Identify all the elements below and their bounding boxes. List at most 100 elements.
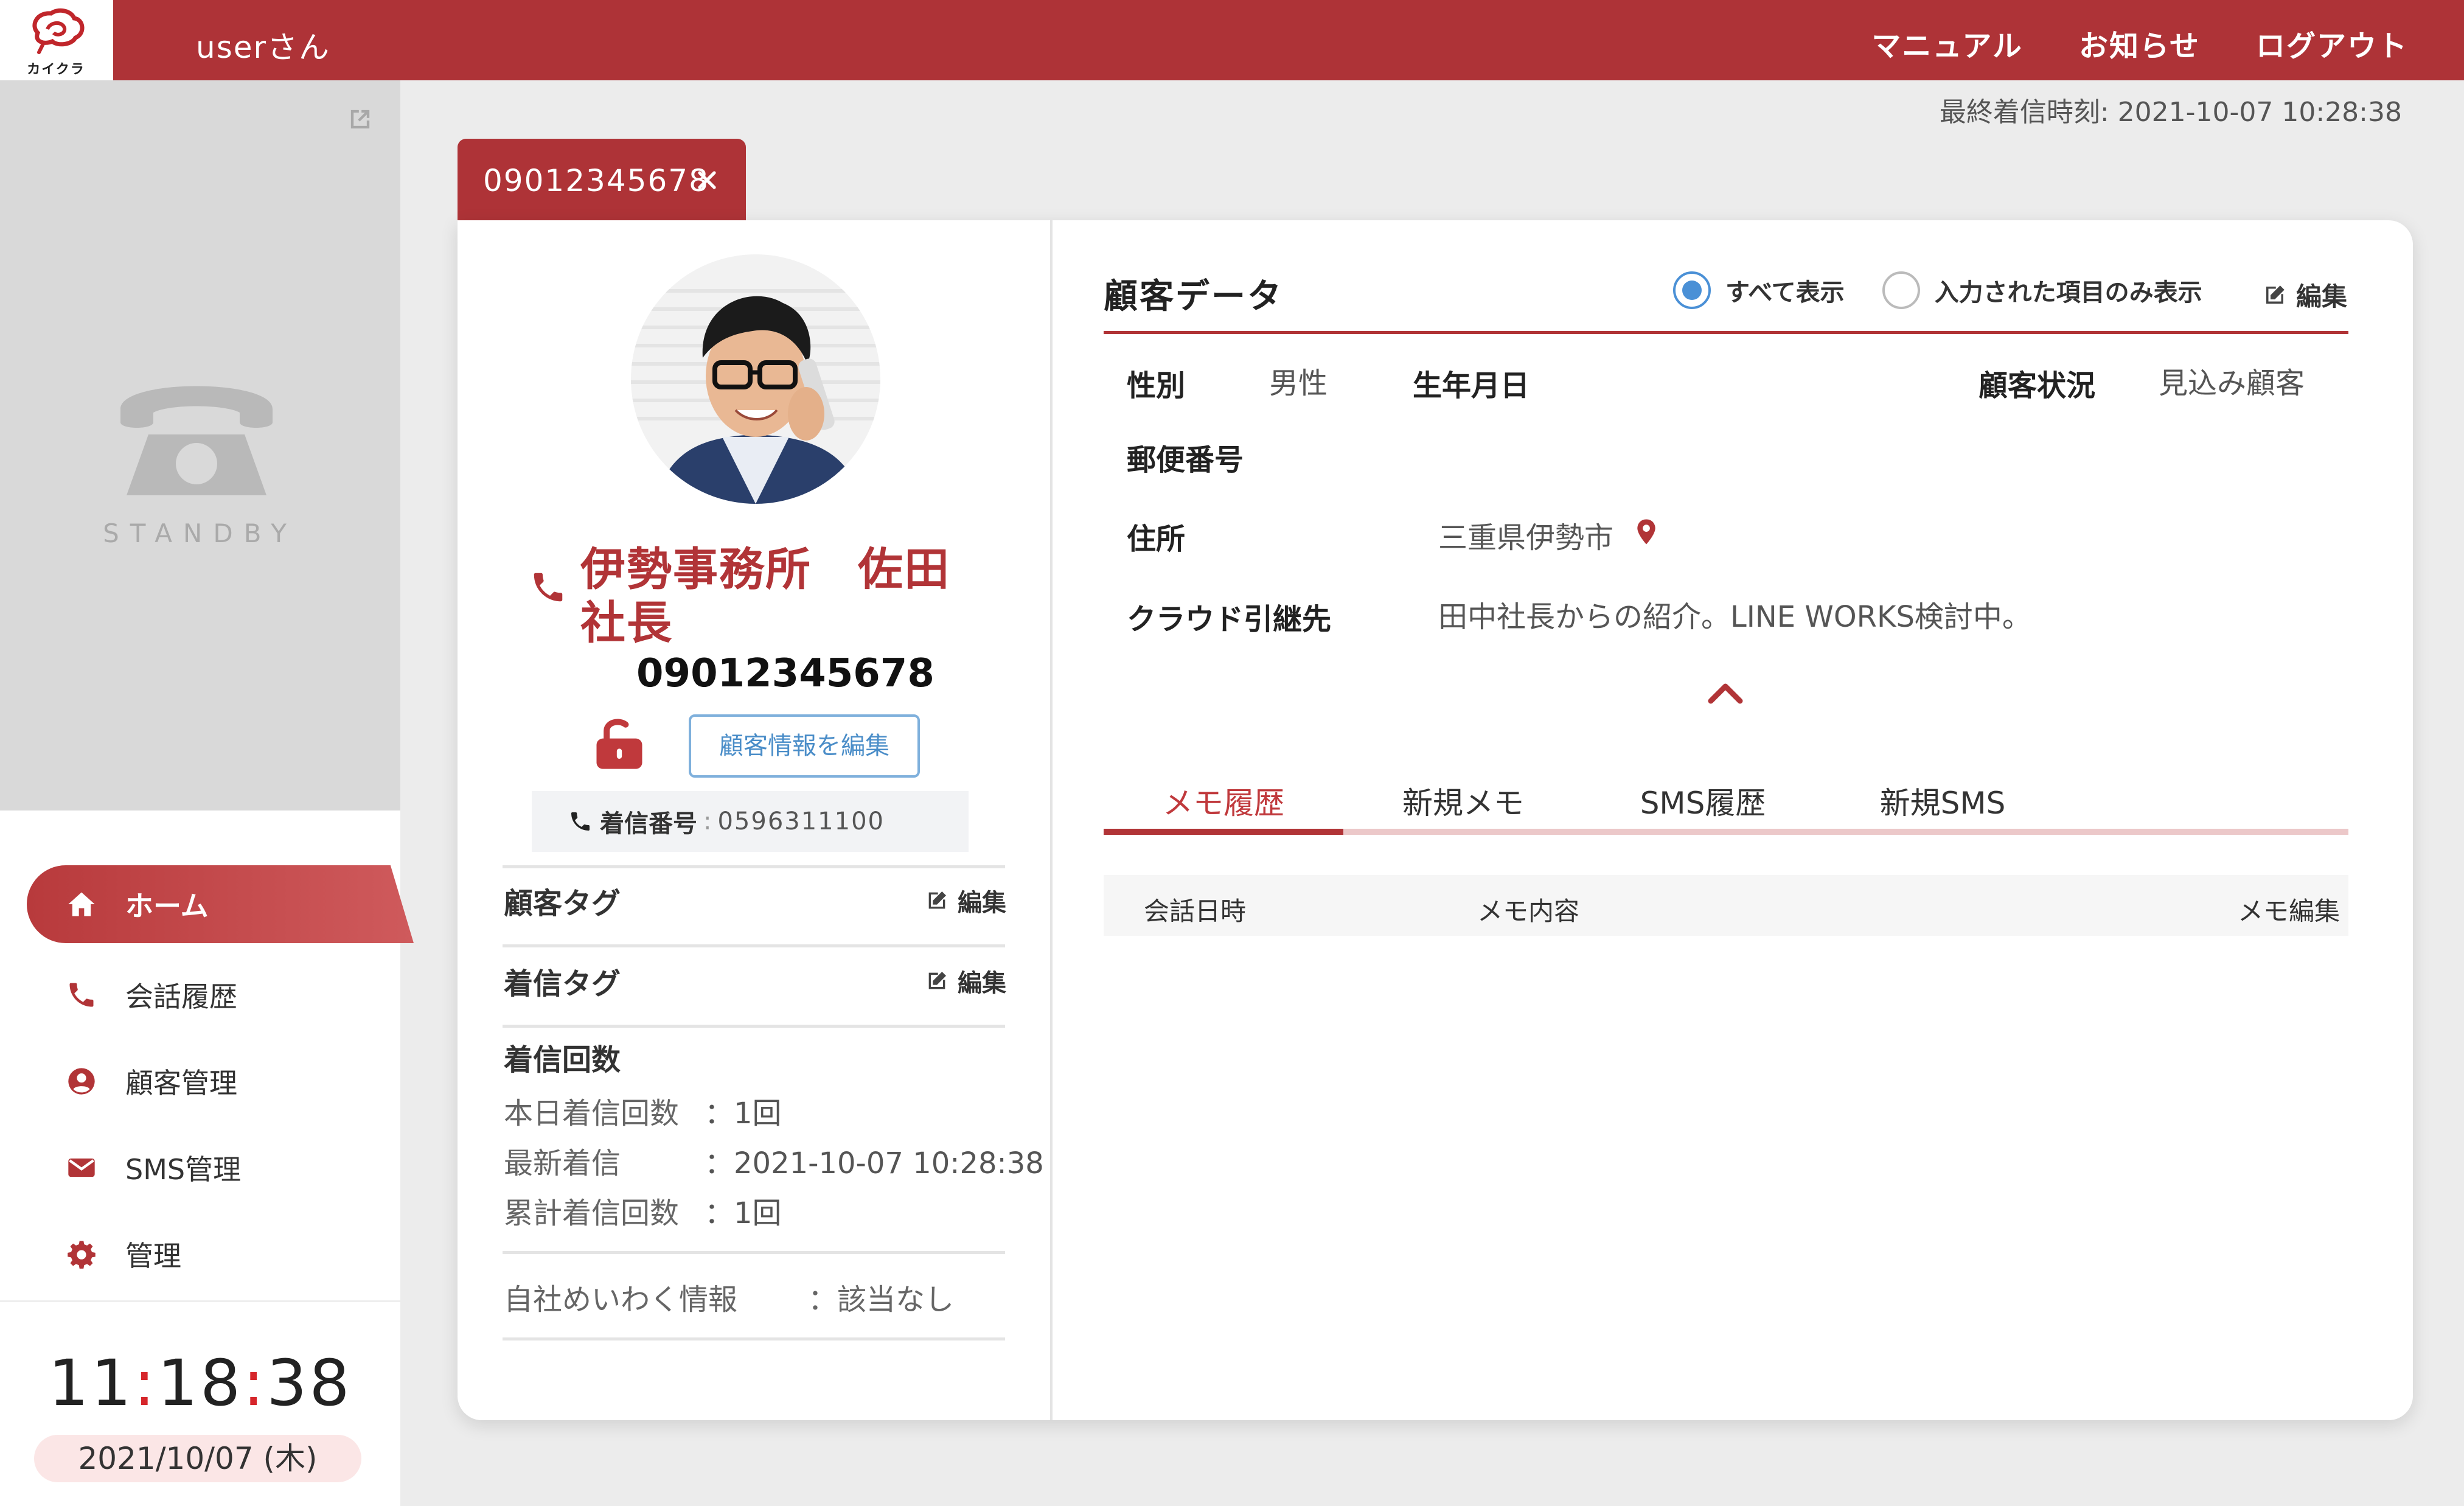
sidebar-item-customers[interactable]: 顧客管理 — [0, 1038, 400, 1124]
gear-icon — [63, 1236, 100, 1272]
standby-label: STANDBY — [103, 518, 298, 548]
column-header-edit: メモ編集 — [2237, 896, 2340, 926]
divider — [503, 865, 1005, 868]
top-bar: カイクラ userさん マニュアル お知らせ ログアウト — [0, 0, 2464, 80]
unlock-icon[interactable] — [589, 713, 650, 774]
nuisance-info-value: ：該当なし — [808, 1283, 955, 1317]
customer-status-label: 顧客状況 — [1979, 369, 2096, 403]
cloud-handover-label: クラウド引継先 — [1127, 602, 1332, 636]
call-count-value: ：2021-10-07 10:28:38 — [705, 1146, 1044, 1180]
tab-sms-history[interactable]: SMS履歴 — [1583, 779, 1823, 823]
call-count-label: 本日着信回数 — [504, 1096, 680, 1131]
logo[interactable]: カイクラ — [0, 0, 113, 80]
call-tag-label: 着信タグ — [504, 967, 621, 1001]
phone-icon — [571, 812, 590, 831]
edit-customer-button[interactable]: 顧客情報を編集 — [689, 714, 920, 778]
tab-new-sms[interactable]: 新規SMS — [1823, 779, 2062, 823]
user-circle-icon — [63, 1063, 100, 1100]
clock-seconds: 38 — [266, 1346, 352, 1420]
postal-code-label: 郵便番号 — [1127, 443, 1244, 477]
logo-text: カイクラ — [27, 62, 85, 77]
edit-icon — [928, 891, 946, 909]
call-count-row: 最新着信 ：2021-10-07 10:28:38 — [504, 1139, 1044, 1182]
map-pin-icon[interactable] — [1635, 518, 1657, 545]
incoming-number-label: 着信番号 — [600, 810, 697, 838]
card-divider — [1050, 220, 1053, 1420]
nav-logout-link[interactable]: ログアウト — [2256, 22, 2408, 64]
radio-show-all-label[interactable]: すべて表示 — [1725, 273, 1845, 308]
sidebar-item-home[interactable]: ホーム — [27, 865, 414, 943]
call-count-row: 本日着信回数 ：1回 — [504, 1089, 782, 1132]
tab-new-memo[interactable]: 新規メモ — [1343, 779, 1583, 823]
customer-tag-label: 顧客タグ — [504, 887, 621, 921]
tab-active-indicator — [1104, 829, 1343, 835]
divider — [503, 1025, 1005, 1028]
home-icon — [63, 886, 100, 922]
call-count-row: 累計着信回数 ：1回 — [504, 1189, 782, 1232]
external-link-icon[interactable] — [344, 103, 376, 135]
mail-icon — [63, 1149, 100, 1186]
edit-icon — [2266, 285, 2285, 304]
customer-data-edit-button[interactable]: 編集 — [2262, 276, 2347, 313]
sidebar-item-label: SMS管理 — [125, 1153, 242, 1186]
sidebar-item-label: 会話履歴 — [125, 980, 237, 1013]
divider — [503, 1251, 1005, 1254]
memo-tab-bar: メモ履歴 新規メモ SMS履歴 新規SMS — [1104, 768, 2348, 835]
customer-tag-row: 顧客タグ 編集 — [504, 876, 1006, 925]
column-header-date: 会話日時 — [1144, 896, 1247, 926]
cloud-handover-value: 田中社長からの紹介。LINE WORKS検討中。 — [1438, 600, 2031, 634]
gender-value: 男性 — [1269, 366, 1328, 400]
call-count-value: ：1回 — [705, 1096, 782, 1131]
avatar — [631, 254, 880, 504]
avatar-photo — [631, 254, 880, 504]
sidebar-item-history[interactable]: 会話履歴 — [0, 952, 400, 1038]
incoming-number-box: 着信番号 : 0596311100 — [532, 791, 969, 852]
phone-icon — [63, 977, 100, 1013]
call-tab-label: 09012345678 — [483, 163, 709, 198]
call-tab[interactable]: 09012345678 — [458, 139, 746, 223]
user-name: userさん — [196, 30, 331, 65]
standby-phone-icon — [120, 386, 273, 495]
nuisance-info-row: 自社めいわく情報 ：該当なし — [504, 1275, 954, 1318]
close-icon[interactable] — [692, 166, 722, 195]
radio-show-filled-label[interactable]: 入力された項目のみ表示 — [1935, 273, 2202, 308]
divider — [503, 1337, 1005, 1340]
sidebar-item-admin[interactable]: 管理 — [0, 1211, 400, 1297]
clock-colon: : — [243, 1346, 267, 1420]
standby-panel: STANDBY — [0, 80, 400, 811]
call-count-value: ：1回 — [705, 1196, 782, 1230]
call-tag-row: 着信タグ 編集 — [504, 957, 1006, 1005]
nav-notice-link[interactable]: お知らせ — [2079, 22, 2200, 64]
incoming-number-value: 0596311100 — [717, 807, 885, 835]
sidebar-item-label: ホーム — [125, 890, 209, 922]
clock-hours: 11 — [48, 1346, 134, 1420]
display-mode-radio-group: すべて表示 入力された項目のみ表示 — [1673, 271, 2240, 309]
date-display: 2021/10/07 (木) — [34, 1435, 361, 1482]
nuisance-info-label: 自社めいわく情報 — [504, 1283, 738, 1317]
tab-memo-history[interactable]: メモ履歴 — [1104, 779, 1343, 823]
nav-manual-link[interactable]: マニュアル — [1871, 22, 2023, 64]
edit-icon — [928, 972, 946, 989]
customer-name: 伊勢事務所 佐田社長 — [580, 543, 950, 649]
address-label: 住所 — [1127, 522, 1186, 556]
chevron-up-icon[interactable] — [1706, 680, 1745, 705]
gender-label: 性別 — [1127, 369, 1186, 403]
sidebar-item-sms[interactable]: SMS管理 — [0, 1124, 400, 1211]
logo-mark-icon — [32, 8, 85, 54]
address-value: 三重県伊勢市 — [1438, 521, 1614, 555]
sidebar-item-label: 顧客管理 — [125, 1067, 237, 1100]
phone-icon — [534, 573, 563, 602]
sidebar-item-label: 管理 — [125, 1239, 181, 1272]
customer-status-value: 見込み顧客 — [2159, 366, 2305, 400]
customer-phone-number: 09012345678 — [636, 651, 934, 696]
edit-label: 編集 — [2295, 282, 2347, 312]
customer-card: 伊勢事務所 佐田社長 09012345678 顧客情報を編集 着信番号 : 05… — [458, 220, 2413, 1420]
radio-show-all[interactable] — [1673, 271, 1711, 309]
memo-table-header: 会話日時 メモ内容 メモ編集 — [1104, 875, 2348, 936]
clock-colon: : — [133, 1346, 158, 1420]
divider — [503, 944, 1005, 947]
customer-tag-edit-button[interactable]: 編集 — [925, 883, 1006, 918]
call-tag-edit-button[interactable]: 編集 — [925, 963, 1006, 999]
radio-show-filled[interactable] — [1882, 271, 1920, 309]
last-call-time: 最終着信時刻: 2021-10-07 10:28:38 — [1939, 97, 2402, 128]
